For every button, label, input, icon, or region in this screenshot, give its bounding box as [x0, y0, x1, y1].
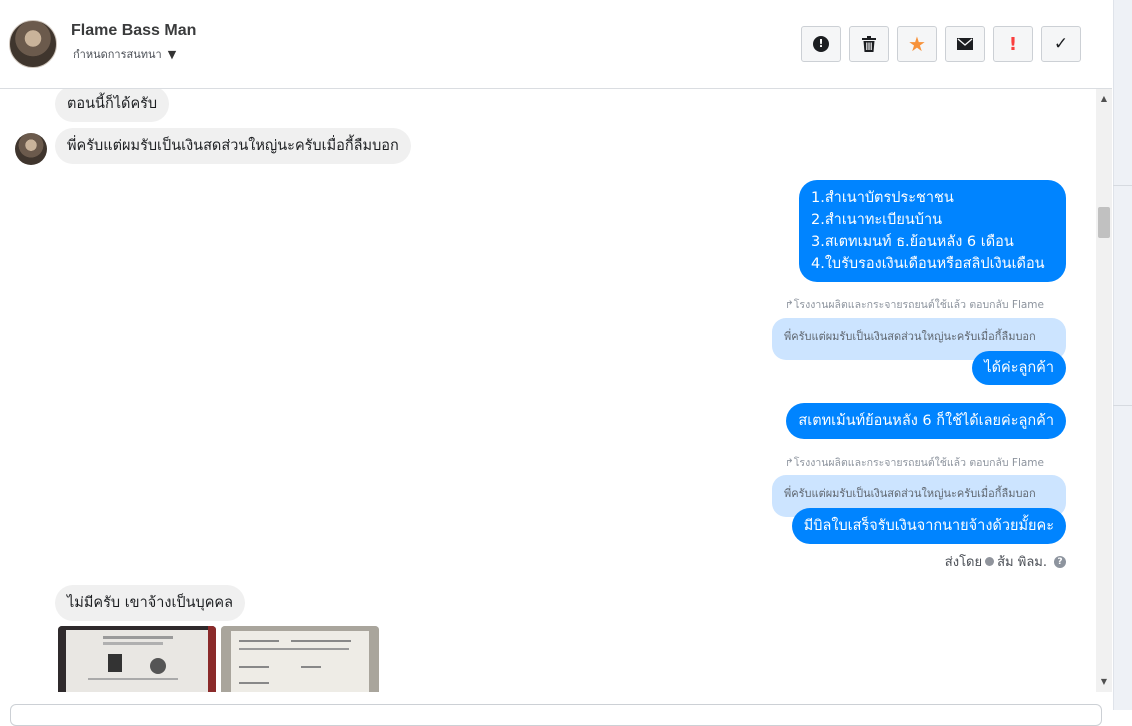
side-panel-edge — [1113, 0, 1132, 710]
message-thread[interactable]: ตอนนี้ก็ได้ครับ พี่ครับแต่ผมรับเป็นเงินส… — [0, 89, 1096, 692]
outgoing-message: สเตทเม้นท์ย้อนหลัง 6 ก็ใช้ได้เลยค่ะลูกค้… — [786, 403, 1066, 439]
thread-scrollbar[interactable]: ▲ ▼ — [1096, 89, 1112, 692]
trash-icon — [862, 36, 876, 52]
attachment-image[interactable] — [58, 626, 216, 692]
message-line: 2.สำเนาทะเบียนบ้าน — [811, 212, 943, 228]
document-photo-icon — [58, 626, 216, 692]
incoming-message: ตอนนี้ก็ได้ครับ — [55, 89, 170, 122]
sent-by-info: ส่งโดย ส้ม พิลม. ? — [945, 551, 1066, 572]
sent-by-label: ส่งโดย — [944, 555, 983, 570]
reply-arrow-icon: ↱ — [784, 299, 794, 311]
check-icon: ✓ — [1053, 34, 1069, 54]
scroll-thumb[interactable] — [1098, 207, 1110, 238]
spam-button[interactable]: ! — [801, 26, 841, 62]
sent-check-icon — [985, 557, 995, 566]
reply-input[interactable] — [10, 704, 1102, 726]
assign-conversation-dropdown[interactable]: กำหนดการสนทนา ▼ — [73, 45, 176, 63]
action-toolbar: ! ★ ! ✓ — [801, 26, 1081, 62]
contact-name[interactable]: Flame Bass Man — [71, 22, 196, 40]
reply-arrow-icon: ↱ — [784, 457, 794, 469]
message-line: 3.สเตทเมนท์ ธ.ย้อนหลัง 6 เดือน — [811, 234, 1014, 250]
conversation-header: Flame Bass Man กำหนดการสนทนา ▼ ! ★ ! ✓ — [0, 0, 1112, 89]
outgoing-message-list: 1.สำเนาบัตรประชาชน 2.สำเนาทะเบียนบ้าน 3.… — [799, 180, 1066, 282]
assign-label: กำหนดการสนทนา — [73, 48, 162, 61]
reply-context-text: โรงงานผลิตและกระจายรถยนต์ใช้แล้ว ตอบกลับ… — [793, 299, 1044, 311]
contact-avatar-small[interactable] — [15, 133, 47, 165]
exclamation-icon: ! — [1008, 33, 1018, 55]
outgoing-message: มีบิลใบเสร็จรับเงินจากนายจ้างด้วยมั้ยคะ — [791, 508, 1066, 544]
scroll-down-arrow-icon[interactable]: ▼ — [1096, 674, 1112, 690]
divider — [1113, 405, 1132, 406]
scroll-up-arrow-icon[interactable]: ▲ — [1096, 91, 1112, 107]
reply-context-text: โรงงานผลิตและกระจายรถยนต์ใช้แล้ว ตอบกลับ… — [793, 457, 1044, 469]
star-icon: ★ — [908, 32, 926, 56]
incoming-message: พี่ครับแต่ผมรับเป็นเงินสดส่วนใหญ่นะครับเ… — [55, 128, 411, 164]
document-photo-icon — [221, 626, 379, 692]
follow-up-button[interactable]: ! — [993, 26, 1033, 62]
message-line: 1.สำเนาบัตรประชาชน — [811, 190, 954, 206]
divider — [1113, 185, 1132, 186]
sent-by-name: ส้ม พิลม. — [997, 555, 1047, 570]
envelope-icon — [957, 38, 973, 50]
incoming-message: ไม่มีครับ เขาจ้างเป็นบุคคล — [55, 585, 245, 621]
reply-context: ↱โรงงานผลิตและกระจายรถยนต์ใช้แล้ว ตอบกลั… — [785, 296, 1044, 313]
reply-context: ↱โรงงานผลิตและกระจายรถยนต์ใช้แล้ว ตอบกลั… — [785, 454, 1044, 471]
help-icon[interactable]: ? — [1054, 555, 1066, 568]
message-line: 4.ใบรับรองเงินเดือนหรือสลิปเงินเดือน — [811, 256, 1045, 272]
attachment-image[interactable] — [221, 626, 379, 692]
contact-avatar[interactable] — [9, 20, 57, 68]
delete-button[interactable] — [849, 26, 889, 62]
alert-circle-icon: ! — [813, 36, 829, 52]
mark-unread-button[interactable] — [945, 26, 985, 62]
mark-done-button[interactable]: ✓ — [1041, 26, 1081, 62]
outgoing-message: ได้ค่ะลูกค้า — [972, 351, 1066, 385]
caret-down-icon: ▼ — [167, 47, 177, 61]
star-button[interactable]: ★ — [897, 26, 937, 62]
